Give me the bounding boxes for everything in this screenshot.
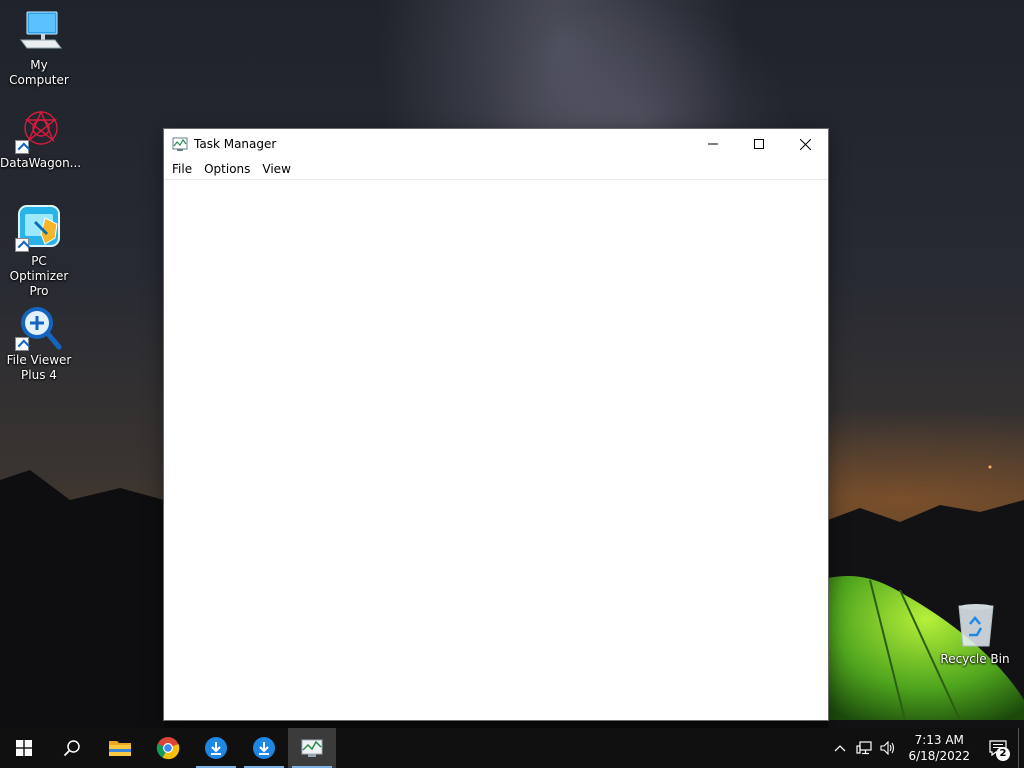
desktop-icon-label: Recycle Bin — [940, 652, 1010, 666]
shortcut-arrow-icon — [15, 337, 29, 351]
desktop-icon-file-viewer-plus[interactable]: File Viewer Plus 4 — [0, 303, 78, 383]
computer-icon — [15, 8, 63, 56]
close-button[interactable] — [782, 129, 828, 159]
window-title: Task Manager — [194, 137, 277, 151]
recycle-bin-icon — [951, 602, 999, 650]
maximize-icon — [754, 139, 764, 149]
close-icon — [799, 138, 811, 150]
taskbar-file-explorer[interactable] — [96, 728, 144, 768]
clock-date: 6/18/2022 — [908, 749, 970, 763]
desktop-icon-label: DataWagon... — [0, 156, 82, 170]
search-button[interactable] — [48, 728, 96, 768]
task-manager-icon — [301, 739, 323, 757]
task-manager-icon — [172, 136, 188, 152]
desktop-icon-label: PC Optimizer Pro — [9, 254, 69, 298]
volume-button[interactable] — [876, 728, 900, 768]
start-button[interactable] — [0, 728, 48, 768]
search-icon — [63, 740, 80, 757]
chrome-icon — [156, 737, 180, 760]
windows-logo-icon — [16, 740, 32, 756]
action-center-button[interactable]: 2 — [978, 728, 1018, 768]
network-button[interactable] — [852, 728, 876, 768]
menu-file[interactable]: File — [168, 159, 200, 179]
taskbar-task-manager[interactable] — [288, 728, 336, 768]
notification-count-badge: 2 — [996, 747, 1010, 761]
shortcut-arrow-icon — [15, 140, 29, 154]
taskbar-download-2[interactable] — [240, 728, 288, 768]
taskbar-chrome[interactable] — [144, 728, 192, 768]
desktop-icon-datawagon[interactable]: DataWagon... — [0, 106, 82, 171]
clock-time: 7:13 AM — [914, 733, 964, 747]
system-tray: 7:13 AM 6/18/2022 2 — [828, 728, 1024, 768]
taskbar: 7:13 AM 6/18/2022 2 — [0, 728, 1024, 768]
chevron-up-icon — [835, 745, 846, 752]
speaker-icon — [880, 741, 895, 755]
desktop-icon-pc-optimizer-pro[interactable]: PC Optimizer Pro — [0, 204, 78, 299]
folder-icon — [109, 741, 131, 756]
show-hidden-icons-button[interactable] — [828, 728, 852, 768]
show-desktop-button[interactable] — [1018, 728, 1024, 768]
title-bar[interactable]: Task Manager — [164, 129, 828, 159]
datawagon-icon — [15, 106, 63, 154]
desktop-icon-label: My Computer — [9, 58, 69, 87]
task-manager-window[interactable]: Task Manager File Options View — [164, 129, 828, 720]
shortcut-arrow-icon — [15, 238, 29, 252]
menu-view[interactable]: View — [258, 159, 298, 179]
menu-bar: File Options View — [164, 159, 828, 180]
desktop-icon-recycle-bin[interactable]: Recycle Bin — [936, 602, 1014, 667]
download-icon — [253, 737, 275, 759]
desktop-icon-label: File Viewer Plus 4 — [6, 353, 72, 382]
file-viewer-icon — [15, 303, 63, 351]
menu-options[interactable]: Options — [200, 159, 258, 179]
clock[interactable]: 7:13 AM 6/18/2022 — [900, 732, 978, 764]
download-icon — [205, 737, 227, 759]
minimize-icon — [708, 143, 718, 145]
minimize-button[interactable] — [690, 129, 736, 159]
window-content-area — [164, 180, 828, 720]
pc-optimizer-icon — [15, 204, 63, 252]
network-icon — [856, 741, 873, 755]
desktop-icon-my-computer[interactable]: My Computer — [0, 8, 78, 88]
taskbar-download-1[interactable] — [192, 728, 240, 768]
maximize-button[interactable] — [736, 129, 782, 159]
